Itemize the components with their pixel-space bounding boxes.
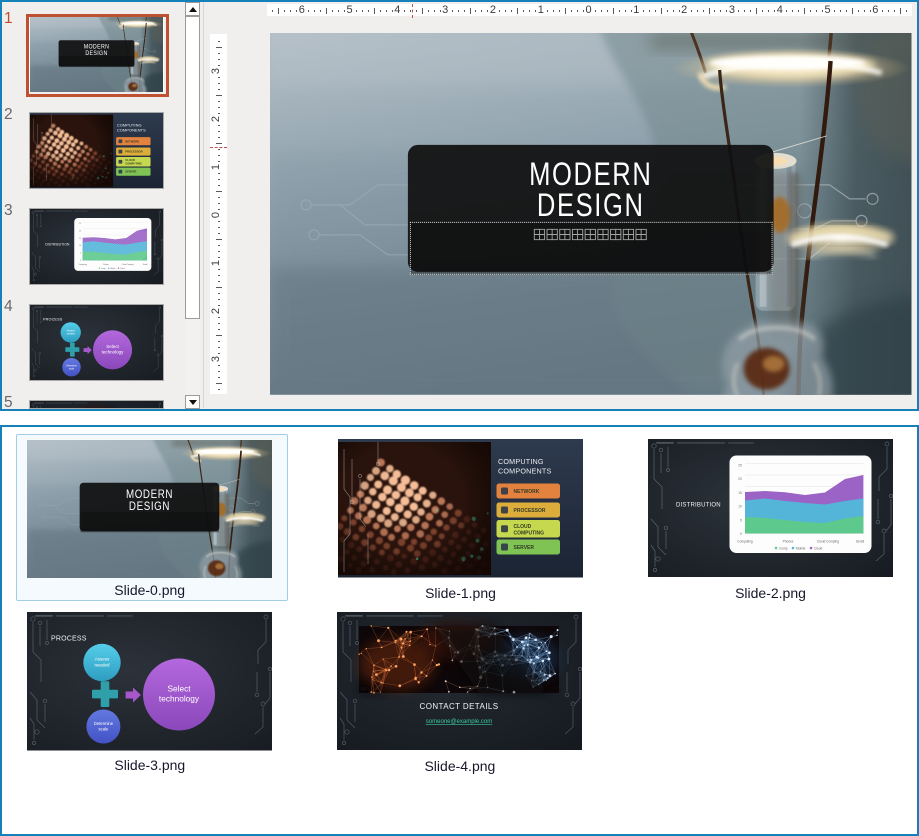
svg-text:10: 10 bbox=[79, 245, 81, 247]
svg-text:COMPUTING: COMPUTING bbox=[125, 162, 142, 166]
svg-text:Mobile: Mobile bbox=[110, 268, 115, 270]
svg-text:PROCESSOR: PROCESSOR bbox=[513, 508, 545, 514]
svg-text:Determine: Determine bbox=[66, 364, 77, 367]
svg-text:10: 10 bbox=[738, 504, 742, 508]
svg-text:NETWORK: NETWORK bbox=[513, 489, 539, 495]
svg-text:technology: technology bbox=[159, 694, 200, 704]
svg-text:Cloud Comptng: Cloud Comptng bbox=[816, 539, 838, 543]
svg-text:needed: needed bbox=[67, 333, 76, 336]
svg-text:COMPUTING: COMPUTING bbox=[513, 531, 544, 537]
svg-text:Sendl: Sendl bbox=[143, 264, 148, 266]
svg-text:5: 5 bbox=[80, 253, 81, 255]
svg-text:PROCESSOR: PROCESSOR bbox=[125, 150, 142, 154]
svg-text:NETWORK: NETWORK bbox=[125, 139, 139, 143]
svg-text:DISTRIBUTION: DISTRIBUTION bbox=[676, 502, 721, 508]
svg-text:0: 0 bbox=[740, 532, 742, 536]
svg-text:SERVER: SERVER bbox=[513, 545, 534, 551]
svg-text:PROCESS: PROCESS bbox=[43, 317, 63, 321]
svg-text:COMPONENTS: COMPONENTS bbox=[498, 467, 552, 476]
svg-text:Cloud Comptng: Cloud Comptng bbox=[122, 263, 134, 266]
svg-text:Comp: Comp bbox=[101, 268, 106, 270]
svg-text:needed: needed bbox=[94, 663, 110, 668]
svg-text:CONTACT DETAILS: CONTACT DETAILS bbox=[419, 702, 498, 711]
svg-text:scale: scale bbox=[69, 368, 75, 370]
svg-text:DISTRIBUTION: DISTRIBUTION bbox=[45, 243, 70, 247]
svg-text:Cloud: Cloud bbox=[814, 546, 823, 550]
svg-text:20: 20 bbox=[79, 230, 81, 232]
svg-text:15: 15 bbox=[79, 238, 81, 240]
svg-text:Cloud: Cloud bbox=[120, 268, 125, 270]
svg-text:25: 25 bbox=[79, 223, 81, 225]
svg-text:COMPONENTS: COMPONENTS bbox=[117, 128, 146, 133]
svg-text:PROCESS: PROCESS bbox=[51, 636, 87, 643]
svg-text:Select: Select bbox=[167, 684, 191, 694]
svg-text:Comp: Comp bbox=[779, 546, 788, 550]
svg-text:20: 20 bbox=[738, 477, 742, 481]
svg-text:Phones: Phones bbox=[103, 264, 109, 266]
svg-text:CLOUD: CLOUD bbox=[125, 158, 135, 162]
svg-text:Computing: Computing bbox=[79, 263, 87, 266]
svg-text:COMPUTING: COMPUTING bbox=[498, 457, 544, 466]
svg-text:Mobile: Mobile bbox=[796, 546, 806, 550]
svg-text:Phones: Phones bbox=[782, 539, 793, 543]
svg-text:Select: Select bbox=[106, 344, 119, 349]
svg-text:Assess: Assess bbox=[95, 657, 110, 662]
svg-text:CLOUD: CLOUD bbox=[513, 524, 531, 530]
svg-text:scale: scale bbox=[98, 727, 108, 732]
svg-text:0: 0 bbox=[80, 260, 81, 262]
svg-text:SERVER: SERVER bbox=[125, 170, 136, 174]
svg-text:someone@example.com: someone@example.com bbox=[426, 719, 492, 725]
svg-text:5: 5 bbox=[740, 518, 742, 522]
svg-text:technology: technology bbox=[102, 350, 125, 355]
svg-text:15: 15 bbox=[738, 491, 742, 495]
svg-text:Determine: Determine bbox=[94, 721, 114, 726]
svg-text:Sendl: Sendl bbox=[855, 539, 863, 543]
svg-text:25: 25 bbox=[738, 463, 742, 467]
svg-text:Computing: Computing bbox=[737, 539, 753, 543]
